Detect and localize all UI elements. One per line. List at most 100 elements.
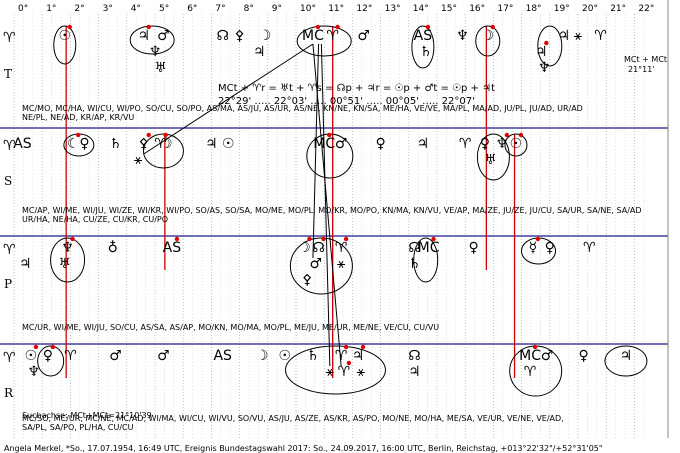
- red-dot-marker: [307, 236, 312, 242]
- red-dot-marker: [174, 236, 180, 242]
- planet-symbol-icon: ♄: [109, 136, 122, 152]
- planet-symbol-icon: ♂: [335, 136, 348, 152]
- red-dot-marker: [343, 236, 349, 242]
- planet-symbol-icon: ♅: [484, 152, 497, 168]
- planet-symbol-icon: ♈: [326, 28, 339, 44]
- planet-symbol-icon: ♀: [545, 240, 555, 256]
- x-tick-label: 5°: [159, 4, 169, 14]
- red-dot-marker: [335, 24, 340, 30]
- planet-symbol-icon: ♈: [64, 348, 77, 364]
- row-label: P: [4, 277, 12, 291]
- planet-symbol-icon: ♃: [558, 28, 571, 44]
- planet-symbol-icon: ♃: [19, 256, 32, 272]
- planet-symbol-icon: AS: [163, 240, 182, 256]
- footer-line: Angela Merkel, *So., 17.07.1954, 16:49 U…: [4, 444, 603, 453]
- x-tick-label: 13°: [385, 4, 401, 14]
- row-sign-icon: ♈: [3, 30, 16, 46]
- planet-symbol-icon: ♁: [108, 240, 118, 256]
- planet-symbol-icon: ⚹: [326, 364, 335, 380]
- planet-symbol-icon: ♆: [538, 60, 551, 76]
- planet-symbol-icon: ♂: [157, 28, 170, 44]
- row-sign-icon: ♈: [3, 350, 16, 366]
- planet-symbol-icon: ♀: [469, 240, 479, 256]
- red-dot-marker: [518, 132, 524, 138]
- planet-symbol-icon: ♀: [43, 348, 53, 364]
- planet-symbol-icon: ⚹: [134, 152, 143, 168]
- red-dot-marker: [146, 24, 151, 30]
- planet-symbol-icon: ♀: [579, 348, 589, 364]
- planet-symbol-icon: ♃: [137, 28, 150, 44]
- x-tick-label: 17°: [497, 4, 513, 14]
- planet-symbol-icon: ☿: [529, 240, 538, 256]
- mc-note: MCt + MCt: [624, 55, 667, 64]
- x-tick-label: 22°: [638, 4, 654, 14]
- planet-symbol-icon: ♈: [335, 240, 348, 256]
- planet-symbol-icon: ⚹: [337, 256, 346, 272]
- planet-symbol-icon: ♈: [338, 364, 351, 380]
- planet-symbol-icon: MC: [519, 348, 541, 364]
- planet-symbol-icon: ☊: [312, 240, 324, 256]
- red-dot-marker: [360, 344, 366, 350]
- planet-symbol-icon: ♃: [205, 136, 218, 152]
- planet-symbol-icon: ♂: [541, 348, 554, 364]
- planet-symbol-icon: MC: [302, 28, 324, 44]
- formula-text: MCt + ♈r = ♅t + ♈s = ☊p + ♃r = ☉p + ♂t =…: [218, 83, 495, 94]
- planet-symbol-icon: ☉: [25, 348, 38, 364]
- planet-symbol-icon: AS: [414, 28, 433, 44]
- planet-symbol-icon: ♆: [27, 364, 40, 380]
- planet-symbol-icon: ⚴: [234, 28, 244, 44]
- planet-symbol-icon: ♄: [419, 44, 432, 60]
- red-dot-marker: [50, 344, 56, 350]
- planet-symbol-icon: ⚹: [574, 28, 583, 44]
- planet-symbol-icon: ♂: [157, 348, 170, 364]
- x-tick-label: 1°: [46, 4, 56, 14]
- red-dot-marker: [535, 236, 541, 242]
- planet-symbol-icon: ☊: [408, 348, 420, 364]
- red-dot-marker: [504, 132, 510, 138]
- planet-symbol-icon: ♂: [357, 28, 370, 44]
- red-dot-marker: [425, 24, 431, 30]
- x-tick-label: 18°: [526, 4, 542, 14]
- planet-symbol-icon: ♈: [335, 348, 348, 364]
- red-dot-marker: [33, 344, 39, 350]
- red-dot-marker: [327, 132, 332, 138]
- planet-symbol-icon: ♅: [58, 256, 71, 272]
- x-tick-label: 21°: [610, 4, 626, 14]
- row-label: S: [4, 174, 12, 188]
- planet-symbol-icon: ⚴: [139, 136, 149, 152]
- planet-symbol-icon: ♅: [154, 60, 167, 76]
- search-line: Suchachse: MCt+MCt=21°10'39: [22, 411, 152, 420]
- x-tick-label: 0°: [18, 4, 28, 14]
- planet-symbol-icon: ☉: [222, 136, 235, 152]
- x-tick-label: 12°: [356, 4, 372, 14]
- planet-symbol-icon: ♆: [61, 240, 74, 256]
- planet-symbol-icon: ♃: [408, 364, 421, 380]
- red-dot-marker: [490, 24, 495, 30]
- planet-symbol-icon: ☽: [298, 240, 311, 256]
- x-tick-labels: 0° 1° 2° 3° 4° 5° 6° 7° 8° 9° 10° 11° 12° 13° 14° 15° 16…: [18, 4, 654, 14]
- planet-symbol-icon: ♃: [620, 348, 633, 364]
- x-tick-label: 7°: [215, 4, 225, 14]
- planet-symbol-icon: ♆: [456, 28, 469, 44]
- planet-symbol-icon: ♆: [149, 44, 162, 60]
- red-dot-marker: [67, 24, 72, 30]
- planet-symbol-icon: ♄: [408, 256, 421, 272]
- planet-symbol-icon: ♈: [459, 136, 472, 152]
- planet-symbol-icon: MC: [418, 240, 440, 256]
- x-tick-label: 2°: [74, 4, 84, 14]
- red-dot-marker: [343, 344, 349, 350]
- planet-symbol-icon: ☊: [216, 28, 228, 44]
- planet-symbol-icon: ♆: [496, 136, 509, 152]
- planet-symbol-icon: ☽: [481, 28, 494, 44]
- planet-symbol-icon: ♃: [417, 136, 430, 152]
- x-tick-label: 4°: [131, 4, 141, 14]
- planet-symbol-icon: ♂: [109, 348, 122, 364]
- mc-note-value: 21°11': [628, 65, 655, 74]
- row-label: T: [4, 67, 12, 81]
- planet-symbol-icon: ♃: [352, 348, 365, 364]
- planet-symbol-icon: AS: [213, 348, 232, 364]
- planet-symbol-icon: ♈: [524, 364, 537, 380]
- red-dot-marker: [431, 236, 436, 242]
- x-tick-label: 15°: [441, 4, 457, 14]
- planet-symbol-icon: ☽: [259, 28, 272, 44]
